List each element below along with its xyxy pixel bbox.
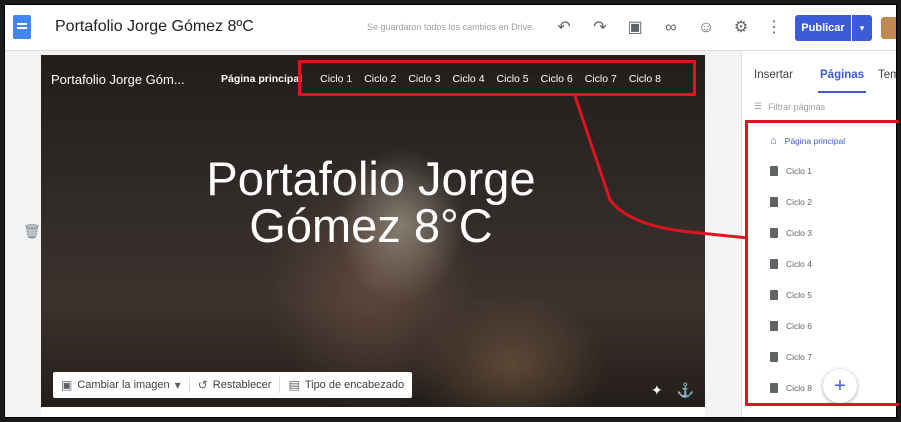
active-tab-indicator: [818, 91, 866, 93]
reset-icon: ↺: [197, 378, 208, 392]
header-type-button[interactable]: ▤ Tipo de encabezado: [280, 372, 412, 398]
header-type-icon: ▤: [288, 378, 300, 392]
tab-paginas[interactable]: Páginas: [820, 69, 864, 81]
page-content[interactable]: [41, 407, 705, 417]
tab-temas[interactable]: Temas: [878, 69, 896, 81]
top-bar: Portafolio Jorge Gómez 8ºC Se guardaron …: [5, 5, 896, 51]
header-actions: ✦ ⚓: [651, 382, 694, 399]
preview-icon[interactable]: ▣: [624, 17, 646, 39]
chevron-down-icon: ▾: [174, 378, 181, 392]
annotation-box-pages: [745, 120, 899, 406]
site-name[interactable]: Portafolio Jorge Góm...: [51, 72, 185, 87]
undo-icon[interactable]: ↶: [553, 17, 575, 39]
page-title[interactable]: Portafolio Jorge Gómez 8°C: [161, 155, 581, 249]
header-toolbar: ▣ Cambiar la imagen ▾ ↺ Restablecer ▤ Ti…: [53, 372, 413, 398]
avatar[interactable]: [881, 17, 896, 39]
sites-logo-icon[interactable]: [13, 15, 31, 39]
filter-icon: ☰: [754, 101, 763, 111]
anchor-icon[interactable]: ⚓: [677, 382, 694, 399]
header-type-label: Tipo de encabezado: [304, 379, 405, 391]
annotation-box-navigation: [298, 60, 696, 96]
redo-icon[interactable]: ↷: [589, 17, 611, 39]
image-icon: ▣: [61, 378, 73, 392]
nav-item-home[interactable]: Página principal: [215, 73, 308, 85]
filter-placeholder: Filtrar páginas: [768, 101, 826, 112]
change-image-button[interactable]: ▣ Cambiar la imagen ▾: [53, 372, 189, 398]
publish-options-button[interactable]: ▾: [852, 15, 872, 41]
settings-icon[interactable]: ⚙: [730, 17, 752, 39]
publish-button[interactable]: Publicar: [795, 15, 851, 41]
save-status: Se guardaron todos los cambios en Drive.: [367, 22, 535, 32]
link-icon[interactable]: ∞: [660, 17, 682, 39]
sparkle-icon[interactable]: ✦: [651, 382, 663, 399]
site-title[interactable]: Portafolio Jorge Gómez 8ºC: [55, 18, 254, 36]
tab-insertar[interactable]: Insertar: [754, 69, 793, 81]
change-image-label: Cambiar la imagen: [77, 379, 170, 391]
filter-pages-input[interactable]: ☰ Filtrar páginas: [754, 101, 825, 112]
more-icon[interactable]: ⋮: [763, 17, 785, 39]
reset-button[interactable]: ↺ Restablecer: [190, 372, 280, 398]
delete-section-icon[interactable]: 🗑: [23, 223, 41, 240]
reset-label: Restablecer: [212, 379, 272, 391]
header-section[interactable]: Portafolio Jorge Góm... Página principal…: [41, 55, 705, 407]
share-icon[interactable]: ☺: [695, 17, 717, 39]
